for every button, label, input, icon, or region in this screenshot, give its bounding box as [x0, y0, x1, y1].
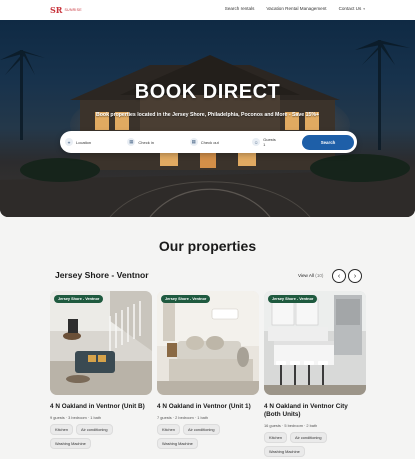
view-all-count: (10): [315, 273, 324, 278]
top-navbar: SR SUNRISE Search rentals Vacation Renta…: [0, 0, 415, 20]
kitchen-photo: [264, 291, 366, 395]
property-title[interactable]: 4 N Oakland in Ventnor (Unit B): [50, 403, 152, 411]
chevron-right-icon: ›: [353, 272, 357, 280]
guests-icon: ☺: [252, 138, 261, 146]
amenity-tag: Air conditioning: [289, 432, 327, 443]
location-badge: Jersey Shore - Ventnor: [268, 295, 318, 303]
hero-house-illustration: [0, 40, 415, 217]
checkin-field[interactable]: ▦ Check in: [127, 131, 189, 153]
search-button[interactable]: Search: [302, 134, 355, 150]
checkout-label: Check out: [200, 139, 219, 145]
calendar-icon: ▦: [127, 138, 136, 146]
living-room-photo: [50, 291, 152, 395]
view-all-label: View All: [298, 273, 315, 278]
location-badge: Jersey Shore - Ventnor: [54, 295, 104, 303]
location-field[interactable]: ⌖ Location: [65, 131, 127, 153]
amenity-tag: Air conditioning: [182, 424, 220, 435]
group-title: Jersey Shore - Ventnor: [55, 270, 149, 280]
property-card[interactable]: Jersey Shore - Ventnor 4 N Oakland in Ve…: [157, 291, 259, 449]
property-title[interactable]: 4 N Oakland in Ventnor City (Both Units): [264, 403, 366, 419]
next-arrow-button[interactable]: ›: [348, 269, 362, 283]
property-photo[interactable]: Jersey Shore - Ventnor: [50, 291, 152, 395]
amenity-tag: Washing Machine: [157, 438, 198, 449]
nav-menu: Search rentals Vacation Rental Managemen…: [225, 6, 365, 11]
logo-text: SUNRISE: [64, 8, 82, 12]
nav-contact-us[interactable]: Contact Us ▾: [339, 6, 365, 11]
amenity-tag: Washing Machine: [264, 446, 305, 457]
amenity-tags: Kitchen Air conditioning Washing Machine: [157, 424, 259, 449]
location-badge: Jersey Shore - Ventnor: [161, 295, 211, 303]
property-title[interactable]: 4 N Oakland in Ventnor (Unit 1): [157, 403, 259, 411]
location-pin-icon: ⌖: [65, 138, 73, 146]
nav-contact-us-label: Contact Us: [338, 6, 362, 11]
guests-value: 1: [263, 142, 266, 147]
amenity-tags: Kitchen Air conditioning Washing Machine: [264, 432, 366, 457]
amenity-tag: Kitchen: [264, 432, 287, 443]
hero-subtitle: Book properties located in the Jersey Sh…: [96, 112, 319, 118]
chevron-left-icon: ‹: [337, 272, 341, 280]
property-meta: 7 guests · 2 bedroom · 1 bath: [157, 415, 209, 420]
view-all-link[interactable]: View All (10): [298, 273, 323, 278]
location-label: Location: [76, 139, 92, 145]
hero-banner: BOOK DIRECT Book properties located in t…: [0, 20, 415, 217]
chevron-down-icon: ▾: [363, 6, 365, 11]
logo-mark: SR: [50, 5, 63, 15]
property-photo[interactable]: Jersey Shore - Ventnor: [157, 291, 259, 395]
nav-vacation-rental-management[interactable]: Vacation Rental Management: [266, 6, 326, 11]
amenity-tag: Washing Machine: [50, 438, 91, 449]
section-title: Our properties: [158, 238, 257, 254]
property-card[interactable]: Jersey Shore - Ventnor 4 N Oakland in Ve…: [50, 291, 152, 449]
calendar-icon: ▦: [189, 138, 198, 146]
amenity-tag: Kitchen: [157, 424, 180, 435]
amenity-tags: Kitchen Air conditioning Washing Machine: [50, 424, 152, 449]
guests-field[interactable]: ☺ Guests 1: [252, 131, 302, 153]
property-card[interactable]: Jersey Shore - Ventnor 4 N Oakland in Ve…: [264, 291, 366, 457]
guests-text: Guests 1: [263, 137, 276, 147]
amenity-tag: Kitchen: [50, 424, 73, 435]
bedroom-photo: [157, 291, 259, 395]
nav-search-rentals[interactable]: Search rentals: [225, 6, 255, 11]
brand-logo[interactable]: SR SUNRISE: [50, 6, 82, 14]
search-bar: ⌖ Location ▦ Check in ▦ Check out ☺ Gues…: [60, 131, 357, 153]
property-meta: 9 guests · 3 bedroom · 1 bath: [50, 415, 102, 420]
amenity-tag: Air conditioning: [75, 424, 113, 435]
checkin-label: Check in: [138, 139, 154, 145]
property-photo[interactable]: Jersey Shore - Ventnor: [264, 291, 366, 395]
checkout-field[interactable]: ▦ Check out: [189, 131, 252, 153]
property-meta: 16 guests · 5 bedroom · 2 bath: [264, 423, 318, 428]
hero-title: BOOK DIRECT: [134, 81, 281, 103]
prev-arrow-button[interactable]: ‹: [332, 269, 346, 283]
